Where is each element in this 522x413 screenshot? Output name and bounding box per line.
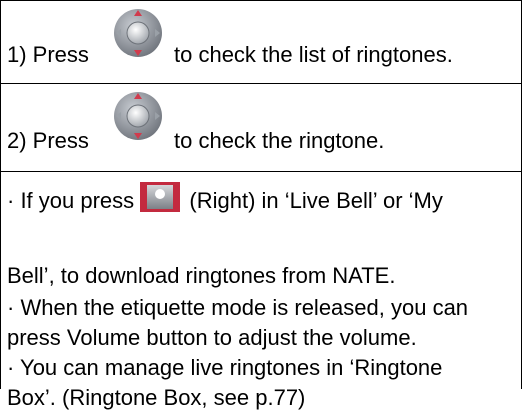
step-1-prefix: 1) Press <box>7 42 89 67</box>
step-2-row: 2) Press to check the ringtone. <box>1 84 521 172</box>
note-3-line-2: Box’. (Ringtone Box, see p.77) <box>7 385 306 410</box>
content-frame: 1) Press to check the list of ringtones.… <box>0 0 522 410</box>
note-1-before: · If you press <box>7 188 135 213</box>
note-1-line-2: Bell’, to download ringtones from NATE. <box>7 263 396 288</box>
right-key-icon <box>140 182 181 212</box>
note-2-line-2: press Volume button to adjust the volume… <box>7 325 417 350</box>
step-1-row: 1) Press to check the list of ringtones. <box>1 1 521 84</box>
note-2-line-1: · When the etiquette mode is released, y… <box>7 295 469 320</box>
nav-key-up-down-icon <box>112 7 164 64</box>
step-1-suffix: to check the list of ringtones. <box>174 42 453 67</box>
note-1-after: (Right) in ‘Live Bell’ or ‘My <box>189 188 443 213</box>
nav-key-up-down-icon <box>112 88 164 149</box>
step-2-prefix: 2) Press <box>7 128 89 153</box>
note-3-line-1: · You can manage live ringtones in ‘Ring… <box>7 355 443 380</box>
step-2-suffix: to check the ringtone. <box>174 128 385 153</box>
note-1-line-1: · If you press (Right) in ‘Live Bell’ or… <box>7 182 443 216</box>
